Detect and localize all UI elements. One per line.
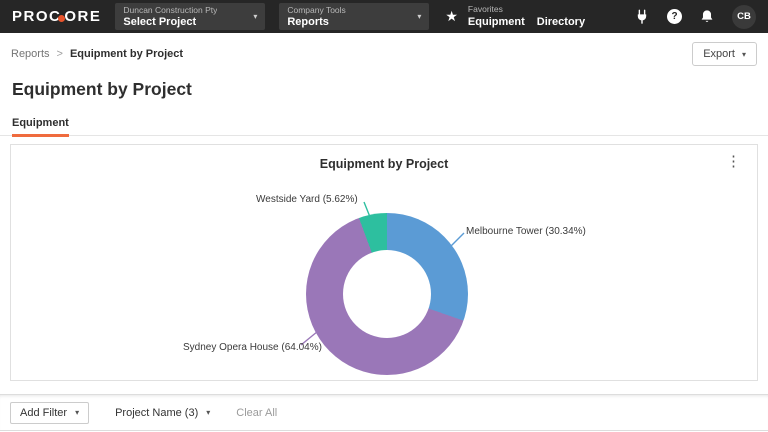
logo-text-right: ORE xyxy=(64,8,102,25)
clear-all-link[interactable]: Clear All xyxy=(236,407,277,419)
procore-logo[interactable]: PROC ORE xyxy=(12,8,101,25)
notifications-bell-icon[interactable] xyxy=(699,9,715,25)
user-avatar[interactable]: CB xyxy=(732,4,756,29)
kebab-menu-icon[interactable]: ⋮ xyxy=(726,154,741,170)
tab-equipment[interactable]: Equipment xyxy=(12,117,69,137)
favorites-block: Favorites Equipment Directory xyxy=(468,4,585,29)
page-title: Equipment by Project xyxy=(12,79,192,99)
slice-label-sydney-opera-house: Sydney Opera House (64.04%) xyxy=(183,342,322,353)
donut-hole xyxy=(343,250,431,338)
breadcrumb-row: Reports > Equipment by Project Export ▾ xyxy=(0,33,768,75)
breadcrumb-reports[interactable]: Reports xyxy=(11,48,50,60)
project-picker[interactable]: Duncan Construction Pty Select Project ▾ xyxy=(115,3,266,30)
chart-title: Equipment by Project xyxy=(319,157,449,171)
export-button-label: Export xyxy=(703,48,735,60)
add-filter-label: Add Filter xyxy=(20,406,68,419)
breadcrumb-current: Equipment by Project xyxy=(69,48,184,60)
slice-label-westside-yard: Westside Yard (5.62%) xyxy=(256,194,358,205)
logo-text-left: PROC xyxy=(12,8,62,25)
chevron-down-icon: ▾ xyxy=(75,408,80,417)
tabs-bar: Equipment xyxy=(0,113,768,137)
chevron-down-icon: ▾ xyxy=(417,12,422,21)
chevron-down-icon: ▾ xyxy=(206,408,211,417)
company-tools-picker[interactable]: Company Tools Reports ▾ xyxy=(279,3,430,30)
chart-card: Equipment by Project ⋮ Westside Yard (5.… xyxy=(10,144,758,381)
project-picker-company: Duncan Construction Pty xyxy=(123,4,218,15)
favorite-link-directory[interactable]: Directory xyxy=(537,15,585,29)
top-nav-bar: PROC ORE Duncan Construction Pty Select P… xyxy=(0,0,768,33)
project-name-filter-label: Project Name (3) xyxy=(115,406,199,419)
filter-bar: Add Filter ▾ Project Name (3) ▾ Clear Al… xyxy=(0,394,768,431)
favorites-label: Favorites xyxy=(467,4,503,14)
chevron-down-icon: ▾ xyxy=(253,12,258,21)
slice-label-melbourne-tower: Melbourne Tower (30.34%) xyxy=(466,226,586,237)
add-filter-button[interactable]: Add Filter ▾ xyxy=(10,401,90,424)
tools-picker-label: Company Tools xyxy=(287,4,346,15)
export-button[interactable]: Export ▾ xyxy=(692,42,757,66)
favorites-star-icon[interactable]: ★ xyxy=(445,8,458,25)
breadcrumb-chevron-icon: > xyxy=(56,48,63,60)
help-icon[interactable]: ? xyxy=(667,9,682,24)
favorite-link-equipment[interactable]: Equipment xyxy=(468,15,525,29)
project-picker-value: Select Project xyxy=(123,15,197,28)
project-name-filter[interactable]: Project Name (3) ▾ xyxy=(115,407,210,419)
tools-picker-value: Reports xyxy=(287,15,329,28)
marketplace-plug-icon[interactable] xyxy=(634,9,650,25)
donut-chart[interactable] xyxy=(306,213,468,375)
chevron-down-icon: ▾ xyxy=(741,49,746,59)
